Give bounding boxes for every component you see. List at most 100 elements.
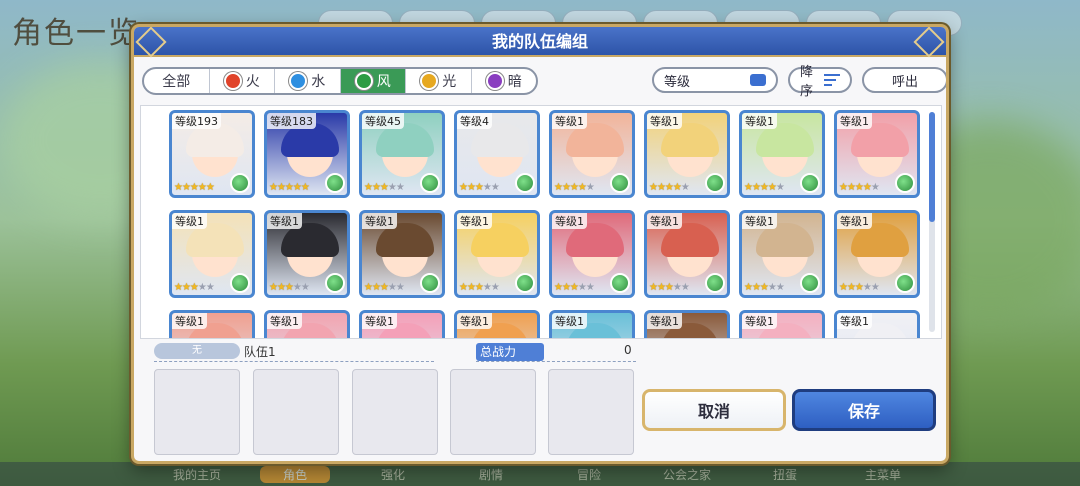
bottom-nav-item: 我的主页 [172,467,221,482]
light-icon [420,72,439,90]
filter-tab-dark[interactable]: 暗 [472,69,537,93]
character-level: 等级4 [457,113,492,129]
character-card[interactable]: 等级1★★★★★ [359,310,445,338]
character-card[interactable]: 等级1★★★★★ [739,110,825,198]
filter-tab-wind[interactable]: 风 [340,69,406,93]
filter-tab-fire[interactable]: 火 [210,69,275,93]
filter-tab-all[interactable]: 全部 [144,69,210,93]
character-card[interactable]: 等级1★★★★★ [834,310,920,338]
star-rating: ★★★★★ [744,282,785,293]
character-level: 等级1 [552,313,587,329]
element-filter-tabs: 全部 火 水 风 光 暗 [142,67,538,95]
callout-button[interactable]: 呼出 [862,67,946,93]
star-rating: ★★★★★ [839,282,880,293]
character-level: 等级1 [837,313,872,329]
star-rating: ★★★★★ [839,182,880,193]
character-level: 等级1 [742,313,777,329]
character-card[interactable]: 等级1★★★★★ [549,110,635,198]
character-level: 等级1 [362,213,397,229]
character-card[interactable]: 等级1 ★★★★★ [834,210,920,298]
team-slot-4[interactable] [450,369,536,455]
wind-icon [420,173,440,193]
character-card[interactable]: 等级1★★★★★ [169,310,255,338]
wind-icon [610,173,630,193]
star-rating: ★★★★★ [269,182,310,193]
character-card[interactable]: 等级4 ★★★★★ [454,110,540,198]
filter-tab-label: 暗 [507,74,522,90]
character-level: 等级1 [457,313,492,329]
scrollbar-thumb[interactable] [929,112,935,222]
character-card[interactable]: 等级1★★★★★ [549,310,635,338]
total-power-value: 0 [624,343,632,357]
character-card[interactable]: 等级193 ★★★★★ [169,110,255,198]
character-card[interactable]: 等级183 ★★★★★ [264,110,350,198]
star-rating: ★★★★★ [459,282,500,293]
star-rating: ★★★★★ [364,182,405,193]
wind-icon [230,273,250,293]
character-card[interactable]: 等级1★★★★★ [739,210,825,298]
team-slot-3[interactable] [352,369,438,455]
total-power-label: 总战力 [476,343,544,361]
star-rating: ★★★★★ [269,282,310,293]
sort-order-button[interactable]: 降序 [788,65,852,99]
character-card[interactable]: 等级1★★★★★ [644,210,730,298]
filter-tab-water[interactable]: 水 [275,69,341,93]
character-card[interactable]: 等级1★★★★★ [359,210,445,298]
bottom-nav: 我的主页 角色 强化 剧情 冒险 公会之家 扭蛋 主菜单 [0,462,1080,486]
character-card[interactable]: 等级1 ★★★★★ [264,210,350,298]
bottom-nav-item: 强化 [380,467,405,482]
wind-icon [354,72,373,90]
team-name: 队伍1 [244,345,276,359]
character-card[interactable]: 等级1★★★★★ [549,210,635,298]
character-card[interactable]: 等级1★★★★★ [644,310,730,338]
star-rating: ★★★★★ [174,182,215,193]
character-grid[interactable]: 等级193 ★★★★★ 等级183 ★★★★★ 等级45 ★★★★★ 等级4 ★★★★★ 等级1… [140,105,942,339]
character-level: 等级1 [362,313,397,329]
character-card[interactable]: 等级1★★★★★ [834,110,920,198]
character-level: 等级1 [172,213,207,229]
wind-icon [895,173,915,193]
team-slot-5[interactable] [548,369,634,455]
bottom-nav-item: 扭蛋 [772,467,797,482]
wind-icon [230,173,250,193]
wind-icon [325,273,345,293]
bottom-nav-item: 公会之家 [662,467,711,482]
character-level: 等级1 [837,213,872,229]
team-tag: 无 [154,343,240,359]
star-rating: ★★★★★ [459,182,500,193]
sort-order-label: 降序 [800,65,814,99]
bottom-nav-item: 角色 [260,465,330,483]
character-card[interactable]: 等级1★★★★★ [739,310,825,338]
wind-icon [325,173,345,193]
character-level: 等级193 [172,113,221,129]
grid-scrollbar[interactable] [929,112,935,332]
star-rating: ★★★★★ [554,282,595,293]
filter-tab-label: 全部 [162,74,191,90]
wind-icon [895,273,915,293]
sort-by-button[interactable]: 等级 [652,67,778,93]
team-slot-2[interactable] [253,369,339,455]
character-level: 等级183 [267,113,316,129]
character-card[interactable]: 等级45 ★★★★★ [359,110,445,198]
filter-tab-label: 光 [442,74,457,90]
character-card[interactable]: 等级1★★★★★ [264,310,350,338]
character-card[interactable]: 等级1★★★★★ [454,310,540,338]
character-level: 等级1 [647,113,682,129]
wind-icon [705,173,725,193]
character-card[interactable]: 等级1★★★★★ [169,210,255,298]
page-title: 角色一览 [12,16,140,51]
character-level: 等级1 [267,213,302,229]
wind-icon [705,273,725,293]
filter-tab-label: 火 [245,74,260,90]
character-card[interactable]: 等级1★★★★★ [454,210,540,298]
team-slot-1[interactable] [154,369,240,455]
character-card[interactable]: 等级1★★★★★ [644,110,730,198]
cancel-button[interactable]: 取消 [642,389,786,431]
bottom-nav-item: 剧情 [478,467,503,482]
save-button[interactable]: 保存 [792,389,936,431]
filter-tab-light[interactable]: 光 [406,69,472,93]
team-edit-dialog: 我的队伍编组 全部 火 水 风 光 暗 等级 降序 呼出 等级193 ★★★★★ 等级183 ★… [131,24,949,464]
filter-tab-label: 风 [376,74,391,90]
star-rating: ★★★★★ [744,182,785,193]
dialog-title: 我的队伍编组 [134,27,946,57]
